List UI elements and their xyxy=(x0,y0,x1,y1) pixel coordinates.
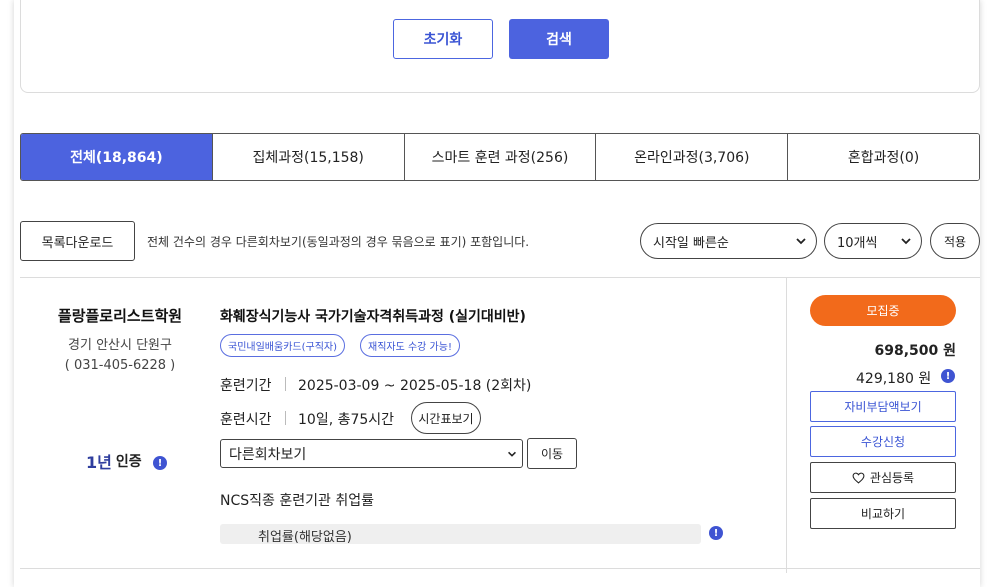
self-pay-price: 429,180 원 xyxy=(856,371,932,387)
heart-icon xyxy=(852,472,865,484)
time-label: 훈련시간 xyxy=(220,412,272,428)
certification-years: 1년 xyxy=(86,453,112,472)
sort-select[interactable]: 시작일 빠른순 xyxy=(640,223,817,259)
status-badge: 모집중 xyxy=(810,295,956,326)
info-icon[interactable]: ! xyxy=(941,369,955,383)
badge-card: 국민내일배움카드(구직자) xyxy=(220,334,346,357)
chevron-down-icon xyxy=(901,238,911,245)
institution-name[interactable]: 플랑플로리스트학원 xyxy=(20,305,220,326)
self-pay-button[interactable]: 자비부담액보기 xyxy=(810,391,956,422)
apply-button[interactable]: 적용 xyxy=(930,223,980,259)
badge-employed: 재직자도 수강 가능! xyxy=(360,334,460,357)
separator xyxy=(285,411,286,425)
certification-label: 인증 xyxy=(115,454,142,470)
period-value: 2025-03-09 ~ 2025-05-18 (2회차) xyxy=(298,378,532,394)
time-value: 10일, 총75시간 xyxy=(298,412,395,428)
tab-online[interactable]: 온라인과정(3,706) xyxy=(595,134,788,180)
list-download-button[interactable]: 목록다운로드 xyxy=(20,221,135,261)
institution-address: 경기 안산시 단원구 xyxy=(68,338,172,353)
other-rounds-value: 다른회차보기 xyxy=(229,446,307,463)
tab-all[interactable]: 전체(18,864) xyxy=(21,134,212,180)
info-icon[interactable]: ! xyxy=(709,526,723,540)
page-size-select[interactable]: 10개씩 xyxy=(824,223,922,259)
vertical-divider xyxy=(786,278,787,573)
search-panel: 초기화 검색 xyxy=(20,0,980,93)
move-button[interactable]: 이동 xyxy=(527,438,577,469)
other-rounds-select[interactable]: 다른회차보기 xyxy=(220,439,523,468)
info-icon[interactable]: ! xyxy=(153,456,167,470)
chevron-down-icon xyxy=(796,238,806,245)
page-size-value: 10개씩 xyxy=(837,235,878,251)
favorite-label: 관심등록 xyxy=(869,471,915,485)
sort-select-value: 시작일 빠른순 xyxy=(653,235,729,251)
enroll-button[interactable]: 수강신청 xyxy=(810,426,956,457)
tab-group[interactable]: 집체과정(15,158) xyxy=(211,134,404,180)
chevron-down-icon xyxy=(508,451,516,457)
compare-button[interactable]: 비교하기 xyxy=(810,498,956,529)
ncs-employment-label: NCS직종 훈련기관 취업률 xyxy=(220,493,374,509)
divider xyxy=(20,568,980,569)
period-label: 훈련기간 xyxy=(220,378,272,394)
course-type-tabs: 전체(18,864) 집체과정(15,158) 스마트 훈련 과정(256) 온… xyxy=(20,133,980,181)
course-title[interactable]: 화훼장식기능사 국가기술자격취득과정 (실기대비반) xyxy=(220,306,526,326)
count-notice: 전체 건수의 경우 다른회차보기(동일과정의 경우 묶음으로 표기) 포함입니다… xyxy=(147,235,530,249)
total-price: 698,500 원 xyxy=(874,343,956,359)
divider xyxy=(20,277,980,278)
tab-smart[interactable]: 스마트 훈련 과정(256) xyxy=(403,134,596,180)
favorite-button[interactable]: 관심등록 xyxy=(810,462,956,493)
tab-blended[interactable]: 혼합과정(0) xyxy=(787,134,979,180)
search-button[interactable]: 검색 xyxy=(509,19,609,59)
separator xyxy=(285,377,286,391)
timetable-button[interactable]: 시간표보기 xyxy=(411,402,481,434)
reset-button[interactable]: 초기화 xyxy=(393,19,493,59)
certification-badge: 1년 인증 xyxy=(86,449,142,473)
employment-rate-text: 취업률(해당없음) xyxy=(258,530,352,545)
institution-phone: ( 031-405-6228 ) xyxy=(64,358,176,373)
